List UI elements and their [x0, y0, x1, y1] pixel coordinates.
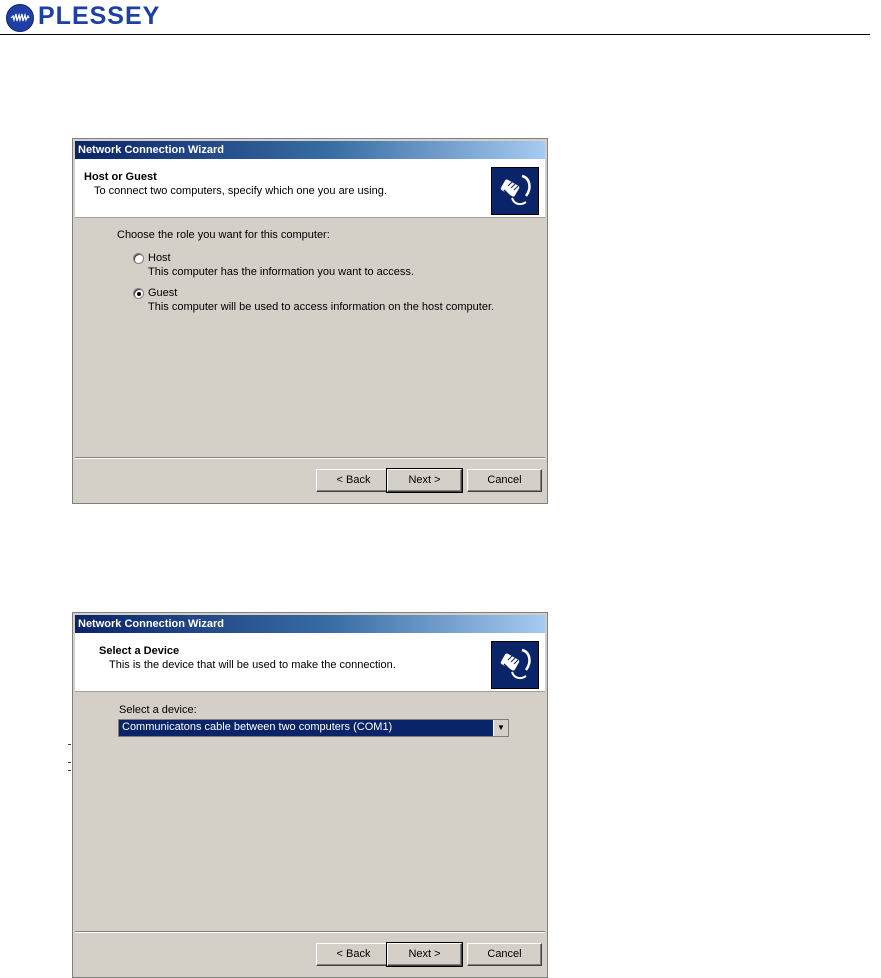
cancel-button[interactable]: Cancel [467, 943, 542, 966]
step-subheading: This is the device that will be used to … [109, 659, 396, 671]
network-cable-plug-icon [491, 641, 539, 689]
wizard-dialog-host-or-guest: Network Connection Wizard Host or Guest … [72, 138, 548, 504]
step-heading: Host or Guest [84, 171, 157, 183]
network-cable-plug-icon [491, 167, 539, 215]
cancel-button[interactable]: Cancel [467, 469, 542, 492]
device-prompt: Select a device: [119, 704, 197, 716]
wizard-banner: Host or Guest To connect two computers, … [75, 159, 545, 218]
step-subheading: To connect two computers, specify which … [94, 185, 387, 197]
host-option-description: This computer has the information you wa… [148, 266, 414, 278]
role-prompt: Choose the role you want for this comput… [117, 229, 330, 241]
guest-option-label[interactable]: Guest [148, 287, 177, 299]
window-title[interactable]: Network Connection Wizard [75, 615, 545, 633]
host-option-label[interactable]: Host [148, 252, 171, 264]
footer-divider [75, 457, 545, 459]
next-button[interactable]: Next > [386, 468, 463, 493]
host-radio[interactable] [133, 253, 144, 264]
wizard-dialog-select-device: Network Connection Wizard Select a Devic… [72, 612, 548, 978]
guest-option-description: This computer will be used to access inf… [148, 301, 495, 313]
back-button[interactable]: < Back [316, 469, 391, 492]
device-select[interactable]: Communicatons cable between two computer… [118, 719, 509, 737]
stray-mark [68, 744, 71, 745]
step-heading: Select a Device [99, 645, 180, 657]
header-divider [0, 34, 870, 35]
stray-mark [68, 770, 71, 771]
back-button[interactable]: < Back [316, 943, 391, 966]
window-title[interactable]: Network Connection Wizard [75, 141, 545, 159]
radio-selected-dot [137, 292, 141, 296]
chevron-down-icon[interactable]: ▼ [493, 720, 508, 736]
device-select-value: Communicatons cable between two computer… [122, 721, 393, 733]
wizard-banner: Select a Device This is the device that … [75, 633, 545, 692]
plessey-logo-icon [6, 4, 34, 32]
footer-divider [75, 931, 545, 933]
stray-mark [68, 762, 71, 763]
brand-name: PLESSEY [38, 2, 161, 30]
next-button[interactable]: Next > [386, 942, 463, 967]
guest-radio[interactable] [133, 288, 144, 299]
document-header: PLESSEY [0, 0, 881, 36]
